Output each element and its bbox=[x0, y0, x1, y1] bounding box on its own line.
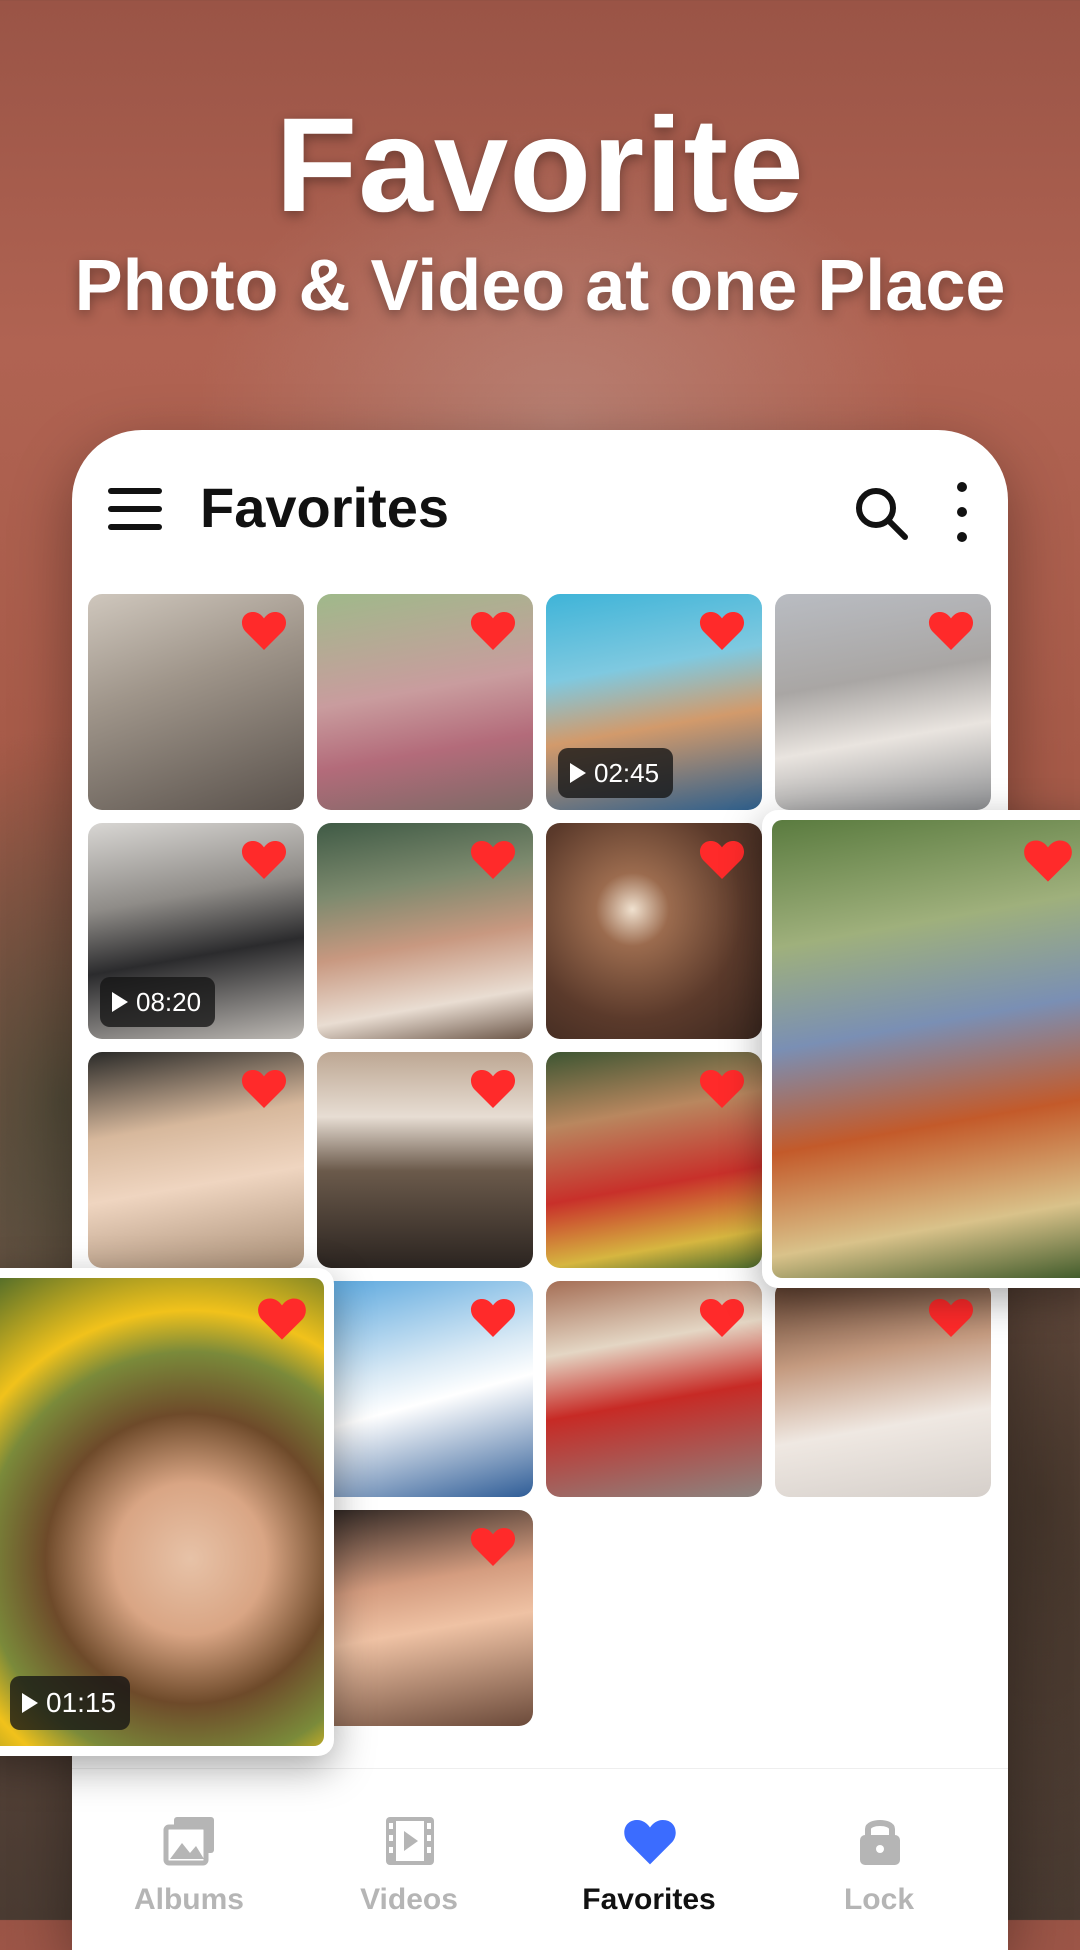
nav-item-albums[interactable]: Albums bbox=[72, 1769, 306, 1950]
heart-icon[interactable] bbox=[469, 837, 517, 881]
page-title: Favorites bbox=[200, 476, 449, 539]
heart-icon[interactable] bbox=[240, 1066, 288, 1110]
heart-icon[interactable] bbox=[469, 1524, 517, 1568]
albums-icon bbox=[163, 1817, 214, 1866]
heart-icon[interactable] bbox=[240, 608, 288, 652]
app-bar: Favorites bbox=[72, 430, 1008, 580]
grid-tile[interactable] bbox=[88, 1052, 304, 1268]
video-duration-badge: 02:45 bbox=[558, 748, 674, 798]
grid-tile[interactable] bbox=[546, 1281, 762, 1497]
grid-tile[interactable]: 02:45 bbox=[546, 594, 762, 810]
grid-tile[interactable] bbox=[317, 823, 533, 1039]
heart-icon[interactable] bbox=[698, 608, 746, 652]
video-duration-badge: 01:15 bbox=[10, 1676, 131, 1730]
grid-tile[interactable] bbox=[775, 594, 991, 810]
nav-label-favorites: Favorites bbox=[582, 1883, 716, 1916]
heart-icon bbox=[624, 1820, 676, 1865]
grid-tile[interactable] bbox=[546, 1052, 762, 1268]
grid-tile[interactable] bbox=[317, 1052, 533, 1268]
promo-headline: Favorite bbox=[275, 91, 805, 240]
featured-video-tile[interactable]: 01:15 bbox=[0, 1268, 334, 1756]
heart-icon[interactable] bbox=[469, 1295, 517, 1339]
heart-icon[interactable] bbox=[256, 1294, 308, 1342]
video-duration: 08:20 bbox=[136, 986, 202, 1017]
grid-tile[interactable] bbox=[775, 1281, 991, 1497]
play-icon bbox=[112, 992, 128, 1012]
more-vert-icon[interactable] bbox=[952, 480, 972, 544]
play-icon bbox=[22, 1693, 38, 1713]
nav-item-favorites[interactable]: Favorites bbox=[532, 1769, 766, 1950]
heart-icon[interactable] bbox=[698, 837, 746, 881]
heart-icon[interactable] bbox=[1022, 836, 1074, 884]
videos-icon bbox=[386, 1817, 434, 1865]
heart-icon[interactable] bbox=[469, 1066, 517, 1110]
nav-item-videos[interactable]: Videos bbox=[292, 1769, 526, 1950]
grid-tile[interactable] bbox=[317, 1281, 533, 1497]
heart-icon[interactable] bbox=[927, 1295, 975, 1339]
promo-subheadline: Photo & Video at one Place bbox=[74, 246, 1006, 326]
heart-icon[interactable] bbox=[698, 1066, 746, 1110]
grid-tile[interactable] bbox=[317, 1510, 533, 1726]
video-duration-badge: 08:20 bbox=[100, 977, 216, 1027]
grid-tile[interactable]: 08:20 bbox=[88, 823, 304, 1039]
nav-label-videos: Videos bbox=[360, 1883, 458, 1916]
search-icon[interactable] bbox=[852, 484, 910, 542]
nav-label-albums: Albums bbox=[133, 1883, 244, 1916]
lock-icon bbox=[860, 1820, 900, 1865]
heart-icon[interactable] bbox=[469, 608, 517, 652]
grid-tile[interactable] bbox=[88, 594, 304, 810]
heart-icon[interactable] bbox=[698, 1295, 746, 1339]
nav-item-lock[interactable]: Lock bbox=[762, 1769, 996, 1950]
video-duration: 02:45 bbox=[594, 757, 660, 788]
menu-icon[interactable] bbox=[108, 484, 164, 534]
heart-icon[interactable] bbox=[927, 608, 975, 652]
video-duration: 01:15 bbox=[46, 1687, 117, 1718]
bottom-navigation: Albums Videos Favorites Lock bbox=[72, 1768, 1008, 1950]
heart-icon[interactable] bbox=[240, 837, 288, 881]
nav-label-lock: Lock bbox=[843, 1883, 915, 1916]
grid-tile[interactable] bbox=[546, 823, 762, 1039]
grid-tile[interactable] bbox=[317, 594, 533, 810]
featured-photo-tile[interactable] bbox=[762, 810, 1080, 1288]
play-icon bbox=[570, 763, 586, 783]
